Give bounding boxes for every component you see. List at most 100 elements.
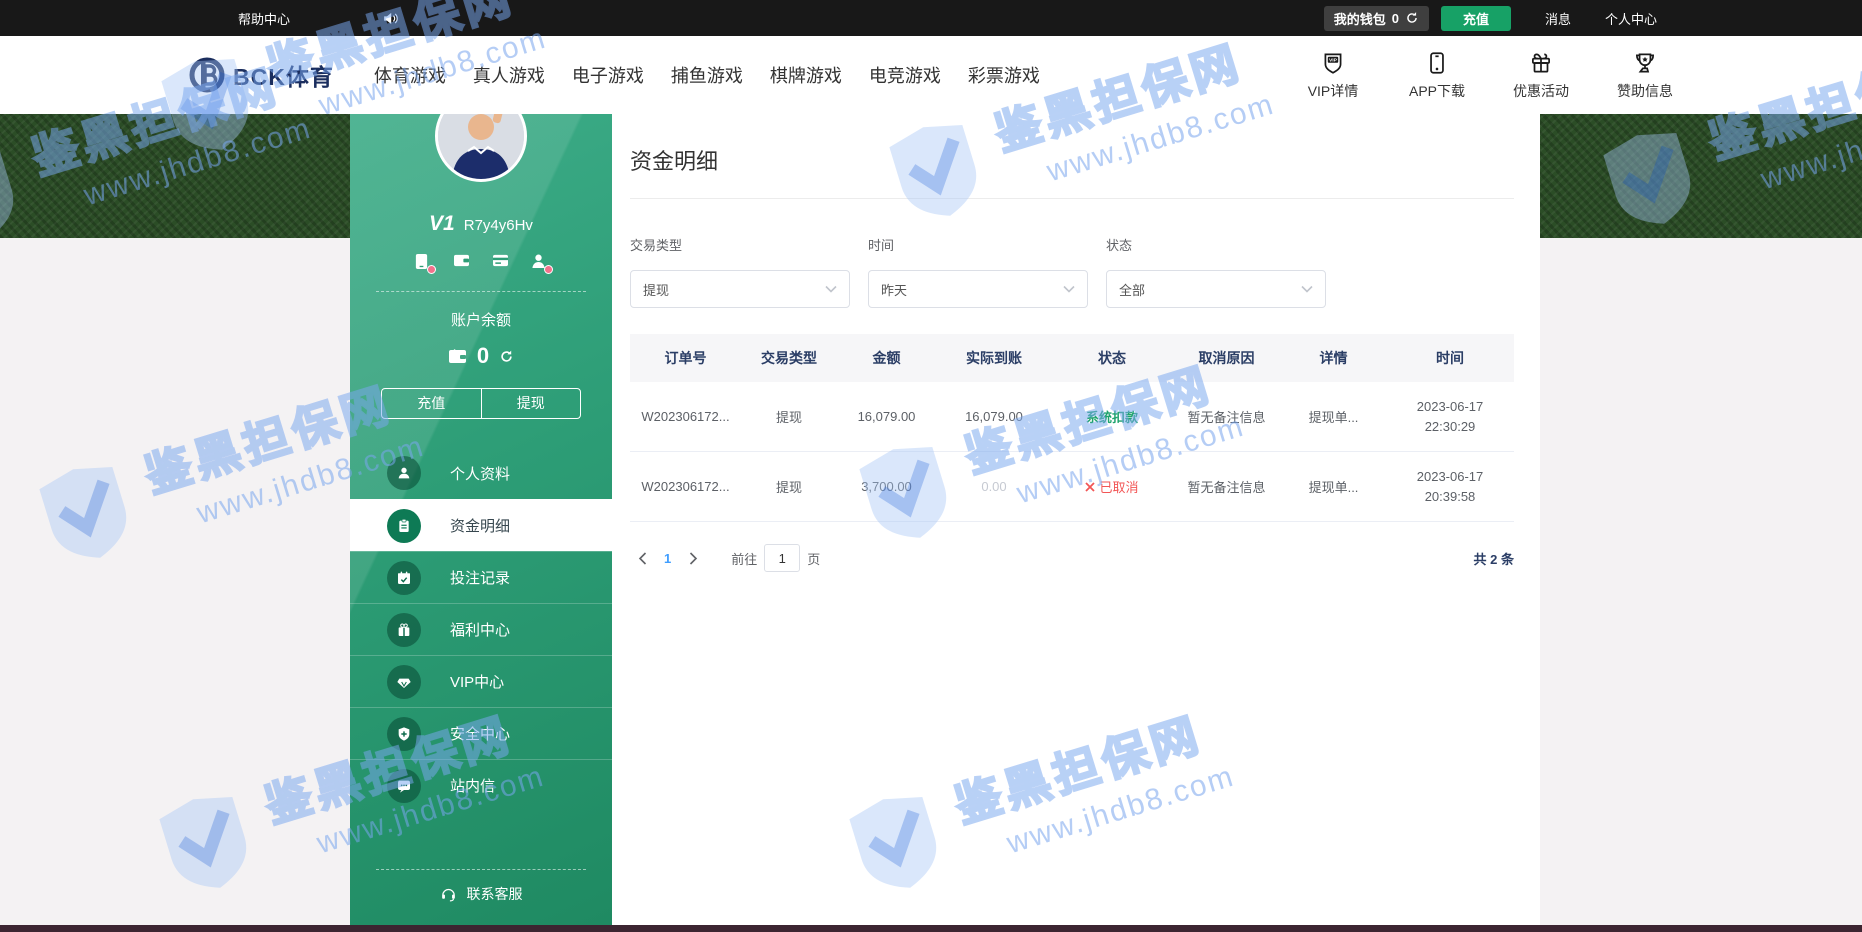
messages-link[interactable]: 消息 — [1545, 9, 1571, 28]
chevron-down-icon — [1063, 285, 1075, 293]
page-title: 资金明细 — [630, 144, 1514, 176]
filter-status: 状态 全部 — [1106, 235, 1326, 308]
nav-item-lottery[interactable]: 彩票游戏 — [968, 62, 1040, 88]
wallet-balance-icon — [448, 348, 467, 364]
sidebar-item-bet-records[interactable]: 投注记录 — [350, 551, 612, 603]
page-unit-label: 页 — [807, 549, 820, 568]
time: 20:39:58 — [1390, 487, 1510, 507]
sidebar-item-fund-details[interactable]: 资金明细 — [350, 499, 612, 551]
title-divider — [630, 198, 1514, 199]
verified-badge — [427, 265, 436, 274]
table-header: 订单号 交易类型 金额 实际到账 状态 取消原因 详情 时间 — [630, 334, 1514, 382]
account-sidebar: V1 R7y4y6Hv 账户余额 — [350, 114, 612, 925]
logo[interactable]: BCK体育 — [188, 56, 334, 94]
nav-item-sports[interactable]: 体育游戏 — [374, 62, 446, 88]
quick-label: 赞助信息 — [1617, 81, 1673, 101]
total-count: 共 2 条 — [1474, 549, 1514, 568]
sidebar-item-label: 站内信 — [450, 775, 495, 796]
status-cell: 已取消 — [1052, 477, 1172, 496]
col-header-time: 时间 — [1386, 348, 1514, 368]
select-value: 昨天 — [881, 280, 907, 299]
identity-icon[interactable] — [531, 253, 548, 270]
navbar: BCK体育 体育游戏 真人游戏 电子游戏 捕鱼游戏 棋牌游戏 电竞游戏 彩票游戏… — [0, 36, 1862, 114]
time: 22:30:29 — [1390, 417, 1510, 437]
phone-verify-icon[interactable] — [414, 253, 431, 270]
sidebar-withdraw-button[interactable]: 提现 — [482, 389, 581, 418]
bank-card-icon[interactable] — [492, 253, 509, 270]
status-badge: 系统扣款 — [1086, 410, 1138, 425]
nav-item-live[interactable]: 真人游戏 — [473, 62, 545, 88]
quick-label: VIP详情 — [1308, 81, 1359, 101]
wallet-pill[interactable]: 我的钱包 0 — [1324, 6, 1429, 31]
filter-label: 时间 — [868, 235, 1088, 254]
prev-page-icon[interactable] — [630, 546, 654, 570]
balance-actions: 充值 提现 — [381, 388, 581, 419]
page-number[interactable]: 1 — [664, 551, 671, 566]
date: 2023-06-17 — [1390, 467, 1510, 487]
detail-link[interactable]: 提现单... — [1281, 407, 1386, 426]
footer-strip — [0, 925, 1862, 932]
sidebar-item-welfare[interactable]: 福利中心 — [350, 603, 612, 655]
balance-amount: 0 — [477, 343, 489, 369]
nav-item-cards[interactable]: 棋牌游戏 — [770, 62, 842, 88]
security-shield-icon — [387, 717, 421, 751]
balance-row: 0 — [350, 343, 612, 369]
quick-label: 优惠活动 — [1513, 81, 1569, 101]
goto-label: 前往 — [731, 549, 757, 568]
fund-table: 订单号 交易类型 金额 实际到账 状态 取消原因 详情 时间 W20230617… — [630, 334, 1514, 522]
app-download-link[interactable]: APP下载 — [1406, 50, 1468, 101]
user-identity: V1 R7y4y6Hv — [350, 212, 612, 236]
chevron-down-icon — [825, 285, 837, 293]
status-select[interactable]: 全部 — [1106, 270, 1326, 308]
contact-support-label: 联系客服 — [467, 884, 523, 904]
nav-item-esports[interactable]: 电竞游戏 — [869, 62, 941, 88]
vip-details-link[interactable]: VIP VIP详情 — [1302, 50, 1364, 101]
goto-page-input[interactable] — [764, 544, 800, 572]
sidebar-item-label: 福利中心 — [450, 619, 510, 640]
actual-amount: 0.00 — [936, 479, 1052, 494]
col-header-cancel-reason: 取消原因 — [1172, 348, 1281, 368]
detail-link[interactable]: 提现单... — [1281, 477, 1386, 496]
refresh-wallet-icon[interactable] — [1405, 11, 1419, 25]
help-center-link[interactable]: 帮助中心 — [238, 9, 290, 28]
sidebar-recharge-button[interactable]: 充值 — [382, 389, 482, 418]
logo-icon — [188, 56, 226, 94]
welfare-icon — [387, 613, 421, 647]
personal-center-link[interactable]: 个人中心 — [1605, 9, 1657, 28]
cancel-x-icon — [1085, 482, 1095, 492]
sidebar-item-profile[interactable]: 个人资料 — [350, 447, 612, 499]
content-wrap: V1 R7y4y6Hv 账户余额 — [350, 114, 1540, 925]
refresh-balance-icon[interactable] — [499, 349, 514, 364]
sidebar-item-label: 投注记录 — [450, 567, 510, 588]
sponsor-info-link[interactable]: 赞助信息 — [1614, 50, 1676, 101]
filter-transaction-type: 交易类型 提现 — [630, 235, 850, 308]
actual-amount: 16,079.00 — [936, 409, 1052, 424]
table-row: W202306172... 提现 3,700.00 0.00 已取消 暂无备注信… — [630, 452, 1514, 522]
dashed-divider — [376, 291, 586, 292]
status-text: 已取消 — [1099, 477, 1138, 496]
sidebar-item-security[interactable]: 安全中心 — [350, 707, 612, 759]
user-icon — [387, 456, 421, 490]
contact-support-link[interactable]: 联系客服 — [350, 884, 612, 904]
nav-item-slots[interactable]: 电子游戏 — [572, 62, 644, 88]
mail-icon — [387, 769, 421, 803]
cancel-reason: 暂无备注信息 — [1172, 477, 1281, 496]
quick-label: APP下载 — [1409, 81, 1465, 101]
nav-item-fishing[interactable]: 捕鱼游戏 — [671, 62, 743, 88]
transaction-type-select[interactable]: 提现 — [630, 270, 850, 308]
sidebar-item-vip-center[interactable]: VIP中心 — [350, 655, 612, 707]
col-header-amount: 金额 — [837, 348, 936, 368]
profile-quick-icons — [350, 253, 612, 270]
trophy-icon — [1632, 50, 1658, 76]
wallet-small-icon[interactable] — [453, 253, 470, 270]
promotions-link[interactable]: 优惠活动 — [1510, 50, 1572, 101]
pagination: 1 前往 页 共 2 条 — [630, 544, 1514, 572]
time-select[interactable]: 昨天 — [868, 270, 1088, 308]
next-page-icon[interactable] — [681, 546, 705, 570]
filter-label: 交易类型 — [630, 235, 850, 254]
quick-links: VIP VIP详情 APP下载 优惠活动 赞助信息 — [1302, 50, 1676, 101]
topbar-recharge-button[interactable]: 充值 — [1441, 6, 1511, 31]
filter-bar: 交易类型 提现 时间 昨天 — [630, 235, 1514, 308]
speaker-icon[interactable] — [382, 10, 399, 27]
sidebar-item-messages[interactable]: 站内信 — [350, 759, 612, 811]
